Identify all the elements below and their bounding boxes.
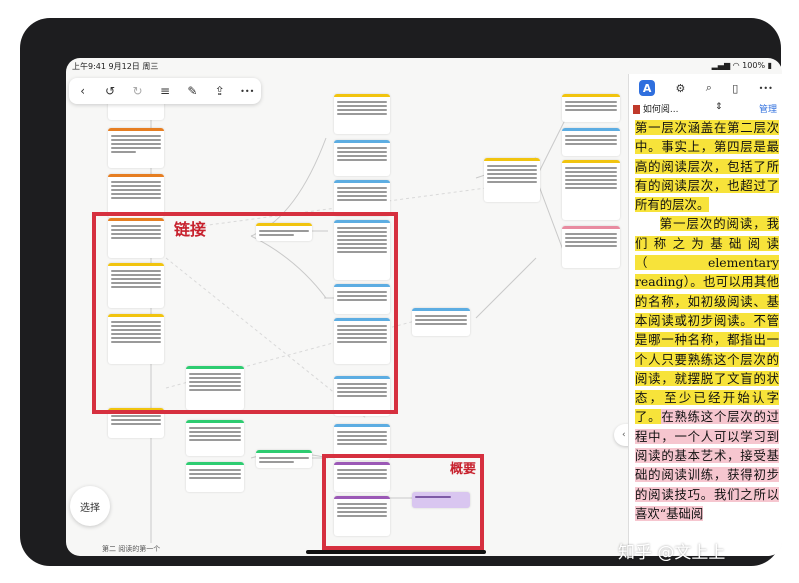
mindmap-node[interactable] <box>334 94 390 134</box>
sheet-tab[interactable]: 第二 阅读的第一个 <box>102 544 160 554</box>
edit-icon[interactable]: ✎ <box>183 82 201 100</box>
more-icon[interactable]: ••• <box>759 84 773 93</box>
mindmap-node[interactable] <box>108 128 164 168</box>
highlight-box-links <box>92 212 398 414</box>
mindmap-node[interactable] <box>562 160 620 220</box>
watermark: 知乎 @文上上 <box>618 543 726 563</box>
more-icon[interactable]: ••• <box>238 82 256 100</box>
manage-button[interactable]: 管理 <box>759 102 777 115</box>
home-indicator[interactable] <box>306 550 486 554</box>
mindmap-node[interactable] <box>412 308 470 336</box>
reader-toolbar: A ⚙ ⌕ ▯ ••• <box>629 78 782 98</box>
mindmap-node[interactable] <box>334 180 390 216</box>
settings-icon[interactable]: ⚙ <box>676 82 686 95</box>
annotation-summary-label: 概要 <box>450 462 477 477</box>
redo-icon[interactable]: ↻ <box>129 82 147 100</box>
mindmap-canvas[interactable]: 链接 概要 第二 阅读的第一个 <box>66 58 628 556</box>
list-icon[interactable]: ≡ <box>156 82 174 100</box>
status-time: 上午9:41 9月12日 周三 <box>72 62 159 71</box>
highlighted-paragraph: 第一层次涵盖在第二层次中。事实上，第四层是最高的阅读层次，包括了所有的阅读层次，… <box>635 120 779 213</box>
text-style-icon[interactable]: A <box>639 80 656 96</box>
sort-icon[interactable]: ⇕ <box>715 102 723 112</box>
mindmap-node[interactable] <box>562 128 620 156</box>
reader-panel: A ⚙ ⌕ ▯ ••• 如何阅... ⇕ 管理 第一层次涵盖在第二层次中。事实上… <box>628 74 782 556</box>
back-icon[interactable]: ‹ <box>74 82 92 100</box>
highlighted-paragraph: 在熟练这个层次的过程中，一个人可以学习到阅读的基本艺术，接受基础的阅读训练，获得… <box>635 409 779 521</box>
status-right: ▂▄▆ ◠ 100% ▮ <box>711 61 772 70</box>
document-header: 如何阅... ⇕ 管理 <box>633 102 779 118</box>
mindmap-node[interactable] <box>562 226 620 268</box>
mindmap-node[interactable] <box>484 158 540 202</box>
mindmap-node[interactable] <box>256 450 312 468</box>
reader-text[interactable]: 第一层次涵盖在第二层次中。事实上，第四层是最高的阅读层次，包括了所有的阅读层次，… <box>635 118 779 556</box>
search-icon[interactable]: ⌕ <box>706 81 712 95</box>
select-button[interactable]: 选择 <box>70 486 110 526</box>
highlighted-paragraph: 第一层次的阅读，我们称之为基础阅读（elementary reading）。也可… <box>635 216 779 425</box>
mindmap-node[interactable] <box>186 420 244 456</box>
document-title[interactable]: 如何阅... <box>643 105 679 115</box>
annotation-link-label: 链接 <box>174 220 207 239</box>
bookmark-icon[interactable]: ▯ <box>732 82 738 95</box>
mindmap-node[interactable] <box>186 462 244 492</box>
screen: 链接 概要 第二 阅读的第一个 上午9:41 9月12日 周三 ▂▄▆ ◠ 10… <box>66 58 782 556</box>
mindmap-node[interactable] <box>334 140 390 176</box>
share-icon[interactable]: ⇪ <box>211 82 229 100</box>
ipad-frame: 链接 概要 第二 阅读的第一个 上午9:41 9月12日 周三 ▂▄▆ ◠ 10… <box>20 18 782 566</box>
mindmap-node[interactable] <box>562 94 620 122</box>
document-icon <box>633 105 640 114</box>
editor-toolbar: ‹ ↺ ↻ ≡ ✎ ⇪ ••• <box>69 78 261 104</box>
undo-icon[interactable]: ↺ <box>101 82 119 100</box>
status-bar: 上午9:41 9月12日 周三 ▂▄▆ ◠ 100% ▮ <box>66 58 782 74</box>
